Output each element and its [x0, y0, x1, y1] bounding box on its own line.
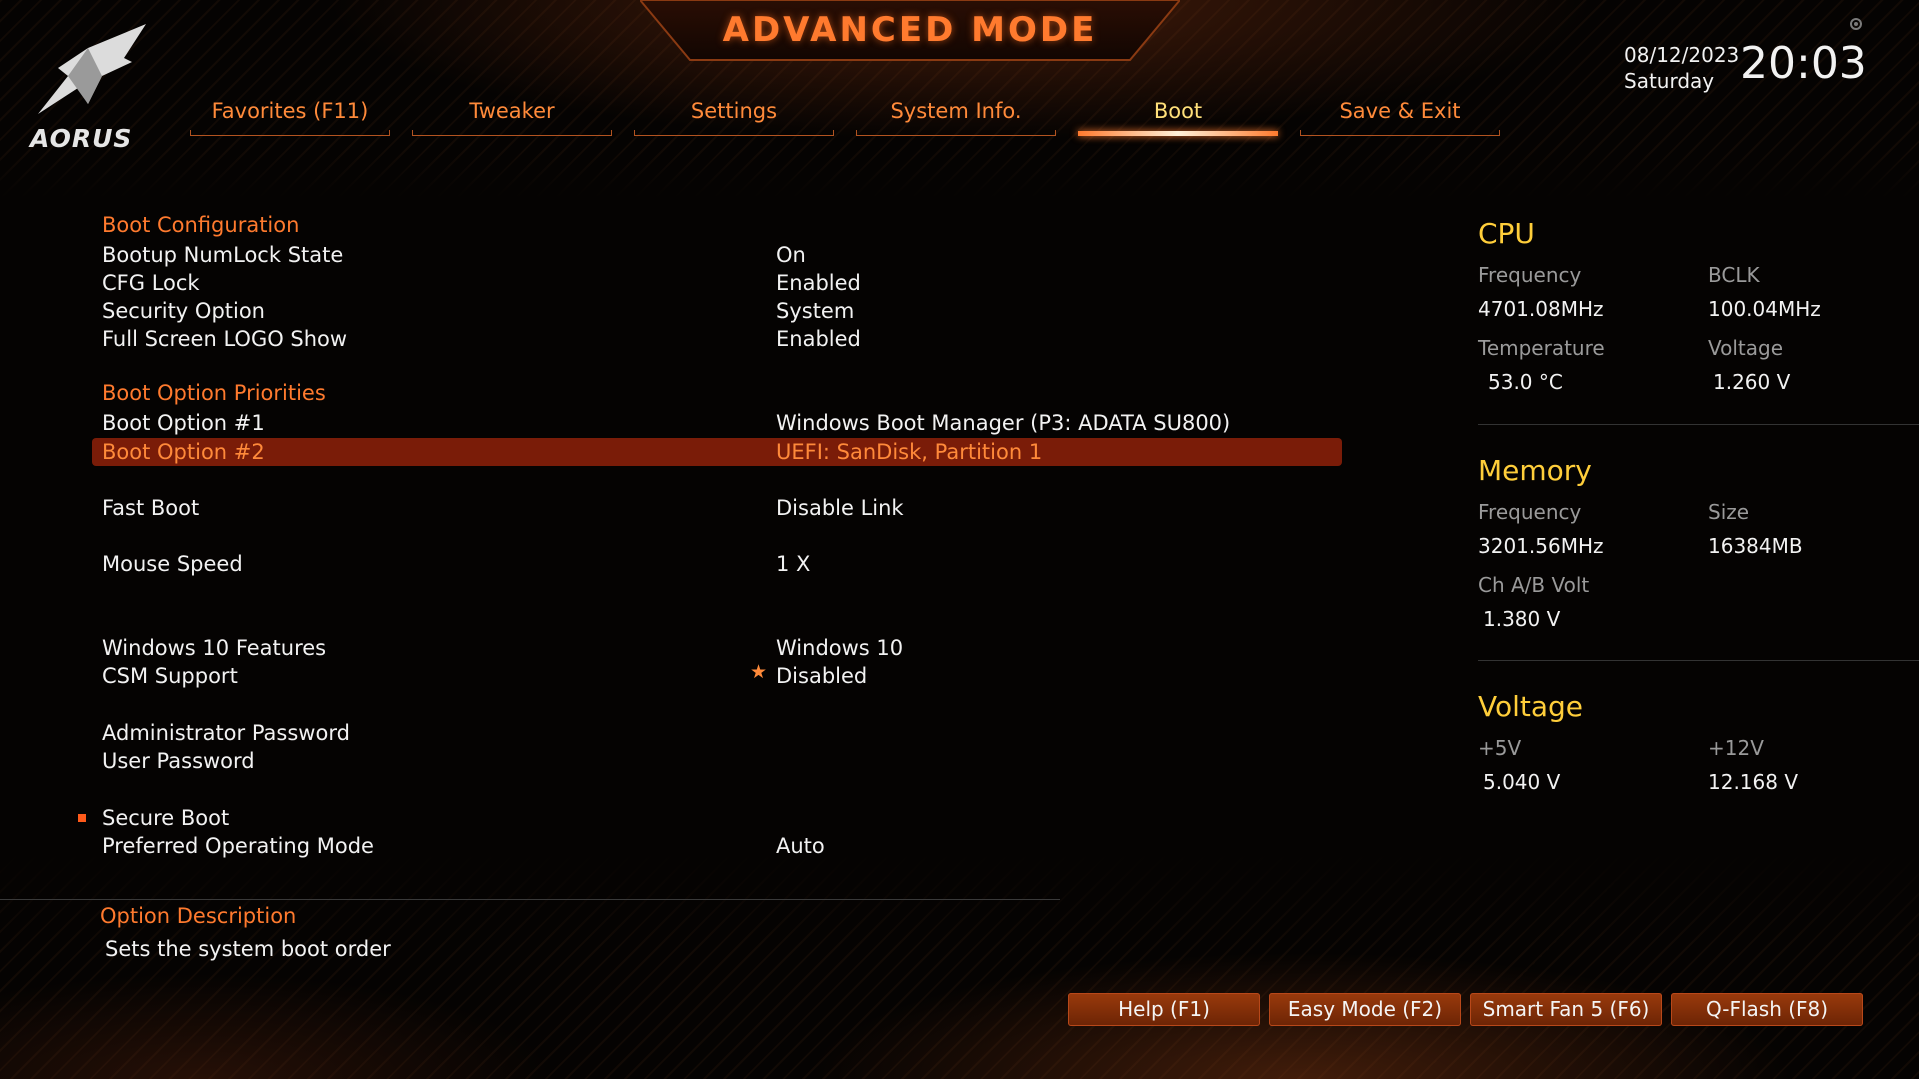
memory-heading: Memory: [1478, 454, 1592, 487]
setting-csm-support[interactable]: CSM Support Disabled: [92, 662, 1342, 690]
cpu-bclk-label: BCLK: [1708, 263, 1760, 287]
setting-value: Auto: [776, 834, 825, 858]
memory-frequency-value: 3201.56MHz: [1478, 534, 1604, 558]
setting-preferred-operating-mode[interactable]: Preferred Operating Mode Auto: [92, 832, 1342, 860]
setting-label: CFG Lock: [102, 271, 200, 295]
setting-label: Preferred Operating Mode: [102, 834, 374, 858]
setting-boot-option-2[interactable]: Boot Option #2 UEFI: SanDisk, Partition …: [92, 438, 1342, 466]
setting-secure-boot[interactable]: Secure Boot: [92, 804, 1342, 832]
panel-divider: [1478, 660, 1919, 661]
tab-underline: [634, 130, 834, 136]
setting-label: Mouse Speed: [102, 552, 243, 576]
tab-underline: [856, 130, 1056, 136]
cpu-frequency-label: Frequency: [1478, 263, 1582, 287]
gear-icon[interactable]: [1848, 16, 1866, 34]
memory-voltage-value: 1.380 V: [1483, 607, 1561, 631]
setting-label: Fast Boot: [102, 496, 200, 520]
cpu-heading: CPU: [1478, 217, 1535, 250]
tab-underline: [1078, 131, 1278, 136]
tab-boot[interactable]: Boot: [1078, 92, 1278, 136]
tab-label: Save & Exit: [1339, 99, 1461, 123]
memory-size-label: Size: [1708, 500, 1750, 524]
date: 08/12/2023: [1624, 43, 1740, 67]
tab-save-exit[interactable]: Save & Exit: [1300, 92, 1500, 136]
setting-value: Enabled: [776, 327, 861, 351]
tab-label: Settings: [690, 99, 778, 123]
option-description-text: Sets the system boot order: [105, 937, 391, 961]
setting-value: On: [776, 243, 806, 267]
setting-value: Disable Link: [776, 496, 904, 520]
setting-label: CSM Support: [102, 664, 238, 688]
cpu-voltage-value: 1.260 V: [1713, 370, 1791, 394]
submenu-marker-icon: [78, 814, 86, 822]
memory-voltage-label: Ch A/B Volt: [1478, 573, 1590, 597]
cpu-temperature-label: Temperature: [1478, 336, 1605, 360]
setting-security-option[interactable]: Security Option System: [92, 297, 1342, 325]
setting-label: Security Option: [102, 299, 265, 323]
easy-mode-button[interactable]: Easy Mode (F2): [1269, 993, 1461, 1026]
cpu-voltage-label: Voltage: [1708, 336, 1784, 360]
setting-administrator-password[interactable]: Administrator Password: [92, 719, 1342, 747]
smart-fan-button[interactable]: Smart Fan 5 (F6): [1470, 993, 1662, 1026]
setting-value: Windows Boot Manager (P3: ADATA SU800): [776, 411, 1231, 435]
setting-full-screen-logo[interactable]: Full Screen LOGO Show Enabled: [92, 325, 1342, 353]
setting-label: Boot Option #2: [102, 440, 265, 464]
tab-system-info[interactable]: System Info.: [856, 92, 1056, 136]
voltage-12v-value: 12.168 V: [1708, 770, 1799, 794]
tab-settings[interactable]: Settings: [634, 92, 834, 136]
setting-label: Boot Option #1: [102, 411, 265, 435]
clock: 20:03: [1740, 38, 1867, 89]
section-boot-configuration: Boot Configuration: [102, 213, 300, 237]
setting-label: Windows 10 Features: [102, 636, 327, 660]
cpu-frequency-value: 4701.08MHz: [1478, 297, 1604, 321]
panel-divider: [1478, 424, 1919, 425]
brand-logo-text: AORUS: [30, 124, 133, 153]
setting-label: Secure Boot: [102, 806, 230, 830]
tab-underline: [1300, 130, 1500, 136]
setting-label: Administrator Password: [102, 721, 350, 745]
cpu-bclk-value: 100.04MHz: [1708, 297, 1821, 321]
option-description-title: Option Description: [100, 904, 297, 928]
weekday: Saturday: [1624, 69, 1715, 93]
setting-value: System: [776, 299, 855, 323]
tab-underline: [412, 130, 612, 136]
voltage-heading: Voltage: [1478, 690, 1584, 723]
memory-frequency-label: Frequency: [1478, 500, 1582, 524]
help-button[interactable]: Help (F1): [1068, 993, 1260, 1026]
cpu-temperature-value: 53.0 °C: [1488, 370, 1563, 394]
tab-label: Favorites (F11): [211, 99, 369, 123]
tab-label: Boot: [1153, 99, 1203, 123]
voltage-5v-value: 5.040 V: [1483, 770, 1561, 794]
setting-value: UEFI: SanDisk, Partition 1: [776, 440, 1043, 464]
tab-label: System Info.: [890, 99, 1022, 123]
section-boot-option-priorities: Boot Option Priorities: [102, 381, 326, 405]
setting-label: Full Screen LOGO Show: [102, 327, 348, 351]
tab-tweaker[interactable]: Tweaker: [412, 92, 612, 136]
tab-label: Tweaker: [469, 99, 555, 123]
setting-user-password[interactable]: User Password: [92, 747, 1342, 775]
page-title: ADVANCED MODE: [722, 10, 1098, 50]
tab-underline: [190, 130, 390, 136]
setting-label: Bootup NumLock State: [102, 243, 344, 267]
q-flash-button[interactable]: Q-Flash (F8): [1671, 993, 1863, 1026]
memory-size-value: 16384MB: [1708, 534, 1803, 558]
setting-value: Windows 10: [776, 636, 904, 660]
setting-value: Enabled: [776, 271, 861, 295]
setting-fast-boot[interactable]: Fast Boot Disable Link: [92, 494, 1342, 522]
voltage-12v-label: +12V: [1708, 736, 1764, 760]
setting-windows-10-features[interactable]: Windows 10 Features Windows 10: [92, 634, 1342, 662]
setting-bootup-numlock[interactable]: Bootup NumLock State On: [92, 241, 1342, 269]
setting-cfg-lock[interactable]: CFG Lock Enabled: [92, 269, 1342, 297]
setting-label: User Password: [102, 749, 255, 773]
voltage-5v-label: +5V: [1478, 736, 1522, 760]
setting-value: Disabled: [776, 664, 868, 688]
date-display: 08/12/2023 Saturday: [1624, 42, 1739, 94]
setting-value: 1 X: [776, 552, 811, 576]
setting-boot-option-1[interactable]: Boot Option #1 Windows Boot Manager (P3:…: [92, 409, 1342, 437]
description-divider: [0, 899, 1060, 900]
tab-favorites[interactable]: Favorites (F11): [190, 92, 390, 136]
setting-mouse-speed[interactable]: Mouse Speed 1 X: [92, 550, 1342, 578]
